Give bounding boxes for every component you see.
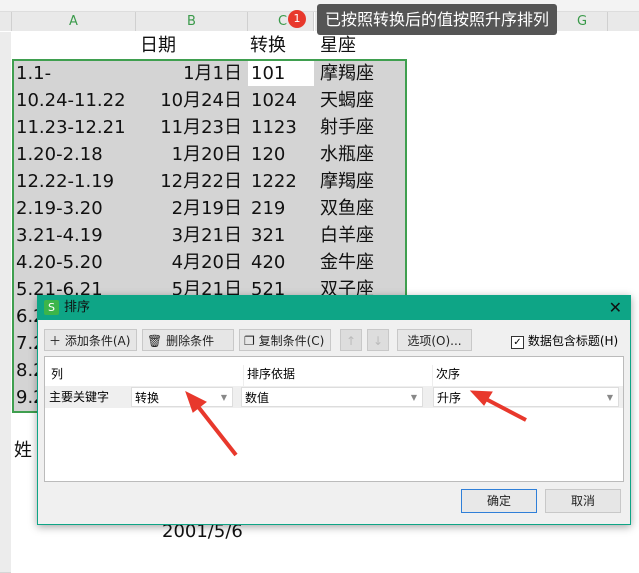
red-arrow-icon: [185, 391, 238, 457]
annotation-arrows: [185, 390, 527, 457]
red-arrow-icon: [469, 390, 527, 422]
row-number[interactable]: [0, 545, 11, 573]
